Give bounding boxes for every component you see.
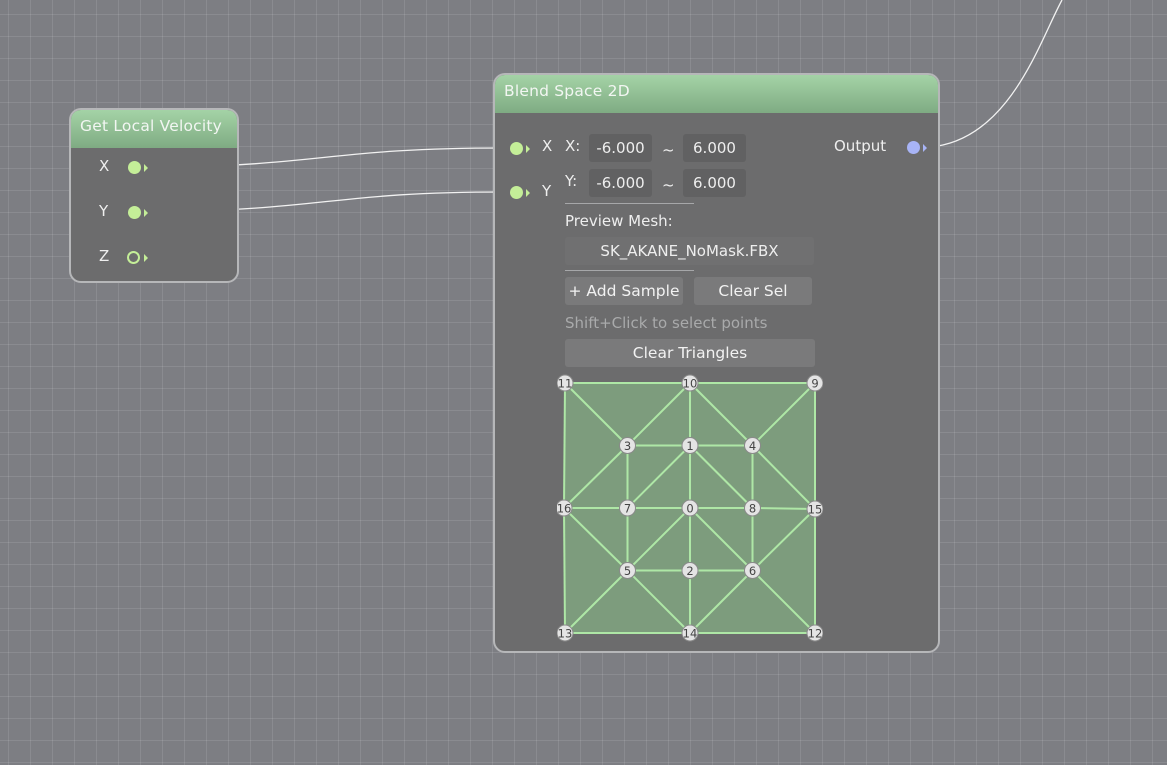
triangle-edge (563, 382, 566, 509)
sample-point-label: 10 (683, 377, 698, 391)
sample-point[interactable]: 11 (557, 374, 574, 392)
sample-point-label: 8 (749, 502, 756, 516)
sample-point[interactable]: 16 (557, 499, 573, 517)
output-z-label: Z (99, 247, 110, 265)
input-y-label: Y (542, 182, 552, 200)
clear-selection-button[interactable]: Clear Sel (694, 277, 812, 305)
output-arrow-icon (923, 144, 927, 152)
sample-point-label: 12 (808, 627, 823, 641)
divider (565, 203, 694, 204)
sample-point-label: 14 (683, 627, 698, 641)
sample-point-label: 2 (686, 564, 693, 578)
output-pin[interactable] (907, 141, 920, 154)
wire-output (929, 0, 1063, 148)
x-min-field[interactable]: -6.000 (589, 134, 652, 162)
output-y-pin[interactable] (128, 206, 141, 219)
sample-point-label: 16 (557, 502, 571, 516)
get-local-velocity-node[interactable]: Get Local Velocity (69, 108, 239, 283)
preview-mesh-label: Preview Mesh: (565, 212, 673, 230)
sample-point[interactable]: 6 (744, 562, 761, 579)
sample-point-label: 15 (808, 503, 823, 517)
sample-point-label: 9 (811, 377, 818, 391)
input-x-pin[interactable] (510, 142, 523, 155)
x-range-label: X: (565, 137, 581, 155)
sample-point[interactable]: 5 (619, 562, 636, 579)
sample-point[interactable]: 9 (806, 374, 823, 392)
node-title[interactable]: Blend Space 2D (495, 75, 938, 113)
sample-point[interactable]: 8 (744, 499, 761, 517)
output-x-label: X (99, 157, 110, 175)
node-title[interactable]: Get Local Velocity (71, 110, 237, 148)
sample-point[interactable]: 0 (681, 499, 699, 517)
output-z-arrow-icon (144, 254, 148, 262)
input-x-arrow-icon (526, 145, 530, 153)
sample-point-label: 11 (558, 377, 573, 391)
sample-point-label: 3 (624, 439, 631, 453)
sample-point-label: 0 (686, 502, 693, 516)
output-z-pin[interactable] (127, 251, 140, 264)
y-range-label: Y: (565, 172, 578, 190)
sample-point[interactable]: 3 (619, 437, 636, 454)
output-label: Output (834, 137, 887, 155)
preview-mesh-field[interactable]: SK_AKANE_NoMask.FBX (565, 237, 814, 265)
sample-point-label: 6 (749, 564, 756, 578)
selection-hint: Shift+Click to select points (565, 314, 768, 332)
sample-point[interactable]: 13 (557, 624, 574, 642)
sample-point[interactable]: 12 (806, 624, 823, 642)
output-y-label: Y (99, 202, 109, 220)
blend-space-grid[interactable]: 0123 45 67 8910111213 141516 (557, 374, 823, 642)
sample-point[interactable]: 14 (681, 624, 699, 642)
y-max-field[interactable]: 6.000 (683, 169, 746, 197)
output-x-pin[interactable] (128, 161, 141, 174)
add-sample-button[interactable]: + Add Sample (565, 277, 683, 305)
x-max-field[interactable]: 6.000 (683, 134, 746, 162)
sample-point-label: 4 (749, 439, 756, 453)
y-min-field[interactable]: -6.000 (589, 169, 652, 197)
triangle-edge (752, 507, 816, 510)
sample-point[interactable]: 2 (681, 562, 699, 579)
sample-point-label: 5 (624, 564, 631, 578)
output-x-arrow-icon (144, 164, 148, 172)
input-x-label: X (542, 137, 553, 155)
input-y-arrow-icon (526, 189, 530, 197)
divider (565, 270, 694, 271)
sample-point[interactable]: 4 (744, 437, 761, 454)
output-y-arrow-icon (144, 209, 148, 217)
sample-point[interactable]: 15 (806, 500, 823, 518)
clear-triangles-button[interactable]: Clear Triangles (565, 339, 815, 367)
y-range-separator: ~ (662, 176, 675, 194)
sample-point[interactable]: 1 (681, 437, 699, 454)
sample-point-label: 7 (624, 502, 631, 516)
input-y-pin[interactable] (510, 186, 523, 199)
sample-point[interactable]: 7 (619, 499, 636, 517)
x-range-separator: ~ (662, 141, 675, 159)
sample-point-label: 13 (558, 627, 573, 641)
sample-point[interactable]: 10 (681, 374, 699, 392)
triangle-edge (563, 507, 566, 634)
sample-point-label: 1 (686, 439, 693, 453)
